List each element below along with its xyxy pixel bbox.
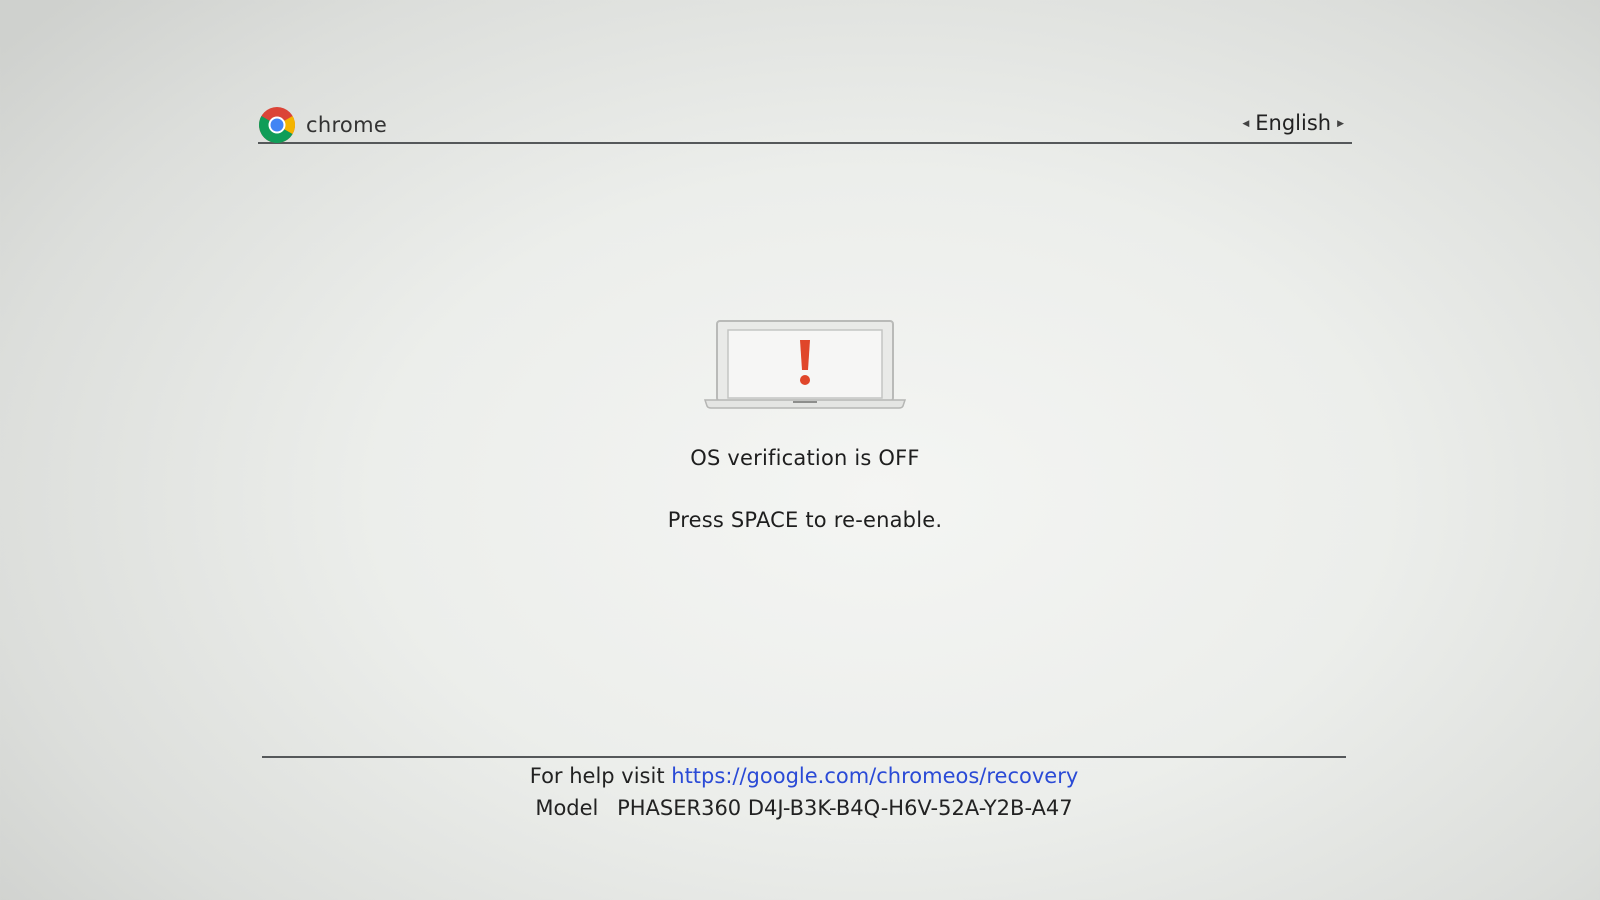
brand-logo: chrome xyxy=(258,106,387,144)
model-line: Model PHASER360 D4J-B3K-B4Q-H6V-52A-Y2B-… xyxy=(262,796,1346,820)
triangle-left-icon[interactable]: ◀ xyxy=(1242,119,1249,129)
main-content: OS verification is OFF Press SPACE to re… xyxy=(0,320,1600,532)
help-prefix: For help visit xyxy=(529,764,665,788)
model-value: PHASER360 D4J-B3K-B4Q-H6V-52A-Y2B-A47 xyxy=(617,796,1073,820)
footer: For help visit https://google.com/chrome… xyxy=(262,756,1346,820)
recovery-help-link[interactable]: https://google.com/chromeos/recovery xyxy=(671,764,1078,788)
help-line: For help visit https://google.com/chrome… xyxy=(262,764,1346,788)
language-selector[interactable]: ◀ English ▶ xyxy=(1236,111,1350,135)
brand-name: chrome xyxy=(306,113,388,137)
chrome-logo-icon xyxy=(259,107,295,144)
language-label: English xyxy=(1255,111,1332,135)
instruction-message: Press SPACE to re-enable. xyxy=(667,508,943,532)
header-bar: chrome ◀ English ▶ xyxy=(258,100,1352,144)
laptop-warning-icon xyxy=(703,320,907,409)
status-message: OS verification is OFF xyxy=(690,446,920,470)
model-label: Model xyxy=(535,796,599,820)
triangle-right-icon[interactable]: ▶ xyxy=(1337,119,1344,129)
